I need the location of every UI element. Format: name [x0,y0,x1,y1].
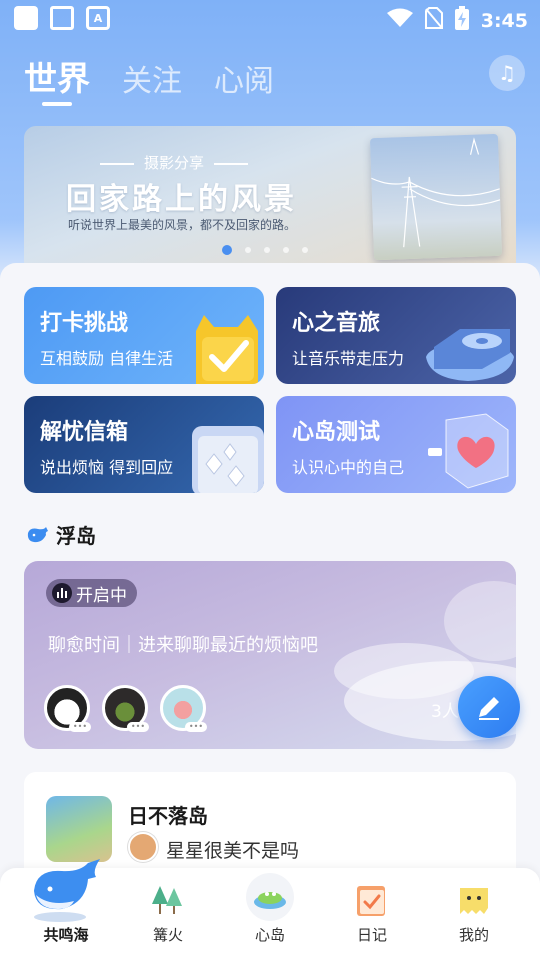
top-tabs: 世界 关注 心阅 [24,52,274,100]
nav-label: 日记 [356,926,387,944]
campfire-icon [152,886,182,914]
nav-label: 共鸣海 [43,926,89,944]
carousel-dot[interactable] [245,247,251,253]
tab-following[interactable]: 关注 [122,56,182,100]
profile-icon [460,888,488,914]
nav-label: 心岛 [254,926,285,944]
notification-icons: A [14,6,110,30]
battery-charging-icon [454,6,469,35]
card-subtitle: 互相鼓励 自律生活 [40,349,174,368]
banner-photo [369,133,503,261]
no-sim-icon [424,7,443,34]
carousel-dot[interactable] [264,247,270,253]
tab-world[interactable]: 世界 [24,52,90,100]
tab-reading[interactable]: 心阅 [214,56,274,100]
card-title: 心岛测试 [292,420,381,445]
member-count: 3人 [431,702,459,722]
card-subtitle: 说出烦恼 得到回应 [40,458,174,477]
floating-island-card[interactable]: 开启中 聊愈时间｜进来聊聊最近的烦恼吧 ••• ••• ••• 3人 [24,561,516,749]
banner-carousel[interactable]: 摄影分享 回家路上的风景 听说世界上最美的风景，都不及回家的路。 [24,126,516,276]
carousel-dot[interactable] [283,247,289,253]
avatar[interactable]: ••• [102,685,149,732]
nav-label: 篝火 [152,926,183,944]
island-icon [246,873,294,921]
worry-mailbox-card[interactable]: 解忧信箱 说出烦恼 得到回应 [24,396,264,493]
post-message: 星星很美不是吗 [166,840,300,862]
island-thumbnail [46,796,112,862]
card-title: 打卡挑战 [40,311,129,336]
island-topic: 聊愈时间｜进来聊聊最近的烦恼吧 [48,635,318,656]
nav-label: 我的 [458,926,489,944]
status-badge: 开启中 [46,579,137,607]
heart-island-test-card[interactable]: 心岛测试 认识心中的自己 [276,396,516,493]
music-journey-card[interactable]: 心之音旅 让音乐带走压力 [276,287,516,384]
audio-bars-icon [52,583,72,603]
font-notification-icon: A [86,6,110,30]
avatar[interactable] [128,832,158,862]
wifi-icon [386,8,413,33]
carousel-dot[interactable] [222,245,232,255]
status-bar: A 3:45 [0,0,540,36]
whale-icon [27,526,48,542]
banner-title: 回家路上的风景 [66,182,297,217]
music-note-icon: ♫ [498,61,516,85]
clock: 3:45 [480,9,528,32]
card-subtitle: 让音乐带走压力 [292,349,405,368]
banner-description: 听说世界上最美的风景，都不及回家的路。 [68,218,297,232]
post-title: 日不落岛 [128,804,208,828]
music-button[interactable]: ♫ [489,55,525,91]
card-title: 心之音旅 [292,311,381,336]
pencil-icon [479,697,499,720]
member-avatars: ••• ••• ••• [44,685,207,732]
compose-button[interactable] [458,676,520,738]
status-label: 开启中 [76,585,127,606]
image-notification-icon [50,6,74,30]
record-player-icon [426,329,514,381]
whale-icon [34,859,100,922]
card-subtitle: 认识心中的自己 [292,458,405,477]
carousel-dots [222,245,308,255]
section-title: 浮岛 [56,524,96,548]
diary-icon [357,886,385,916]
mailbox-icon [192,426,264,493]
active-tab-indicator [42,102,72,106]
app-notification-icon [14,6,38,30]
avatar[interactable]: ••• [160,685,207,732]
card-title: 解忧信箱 [40,420,129,445]
avatar[interactable]: ••• [44,685,91,732]
checkin-challenge-card[interactable]: 打卡挑战 互相鼓励 自律生活 [24,287,264,384]
section-header: 浮岛 [26,520,96,549]
banner-subtitle: 摄影分享 [24,152,324,173]
heart-cube-icon [428,413,509,489]
checkbox-cat-icon [196,315,258,384]
carousel-dot[interactable] [302,247,308,253]
